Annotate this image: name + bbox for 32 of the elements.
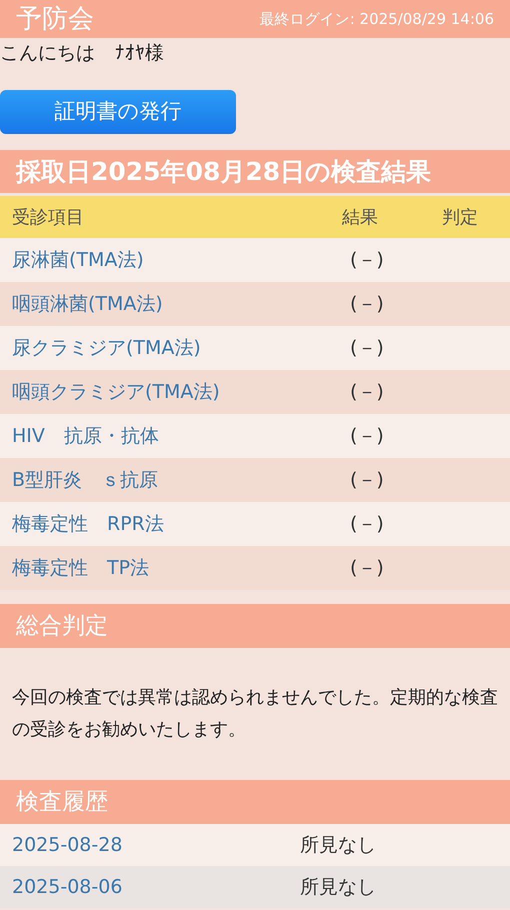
app-title: 予防会 (16, 6, 94, 32)
test-item-link[interactable]: 梅毒定性 TP法 (0, 554, 342, 582)
certificate-button[interactable]: 証明書の発行 (0, 90, 236, 134)
test-item-link[interactable]: 尿クラミジア(TMA法) (0, 334, 342, 362)
test-item-link[interactable]: 咽頭淋菌(TMA法) (0, 290, 342, 318)
column-header: 判定 (442, 206, 479, 230)
section-header: 採取日2025年08月28日の検査結果 (0, 150, 510, 193)
test-item-link[interactable]: 尿淋菌(TMA法) (0, 246, 342, 274)
history-finding: 所見なし (300, 874, 376, 900)
section-header: 検査履歴 (0, 780, 510, 824)
result-value: (－) (349, 556, 385, 581)
test-item-link[interactable]: HIV 抗原・抗体 (0, 422, 342, 450)
result-value: (－) (349, 292, 385, 317)
user-name: ﾅｵﾔ様 (115, 40, 164, 66)
history-finding: 所見なし (300, 832, 376, 858)
column-header: 結果 (342, 206, 379, 230)
result-value: (－) (349, 380, 385, 405)
history-date-link[interactable]: 2025-08-28 (0, 830, 300, 860)
greeting-text: こんにちは (0, 40, 95, 66)
section-header: 総合判定 (0, 604, 510, 648)
test-item-link[interactable]: 梅毒定性 RPR法 (0, 510, 342, 538)
overall-text: 今回の検査では異常は認められませんでした。定期的な検査の受診をお勧めいたします。 (12, 686, 498, 742)
result-value: (－) (349, 468, 385, 493)
test-item-link[interactable]: 咽頭クラミジア(TMA法) (0, 378, 342, 406)
last-login: 最終ログイン: 2025/08/29 14:06 (260, 8, 494, 30)
history-date-link[interactable]: 2025-08-06 (0, 872, 300, 902)
result-value: (－) (349, 424, 385, 449)
result-value: (－) (349, 248, 385, 273)
result-value: (－) (349, 336, 385, 361)
result-value: (－) (349, 512, 385, 537)
column-header: 受診項目 (11, 206, 85, 230)
test-item-link[interactable]: B型肝炎 ｓ抗原 (0, 466, 342, 494)
